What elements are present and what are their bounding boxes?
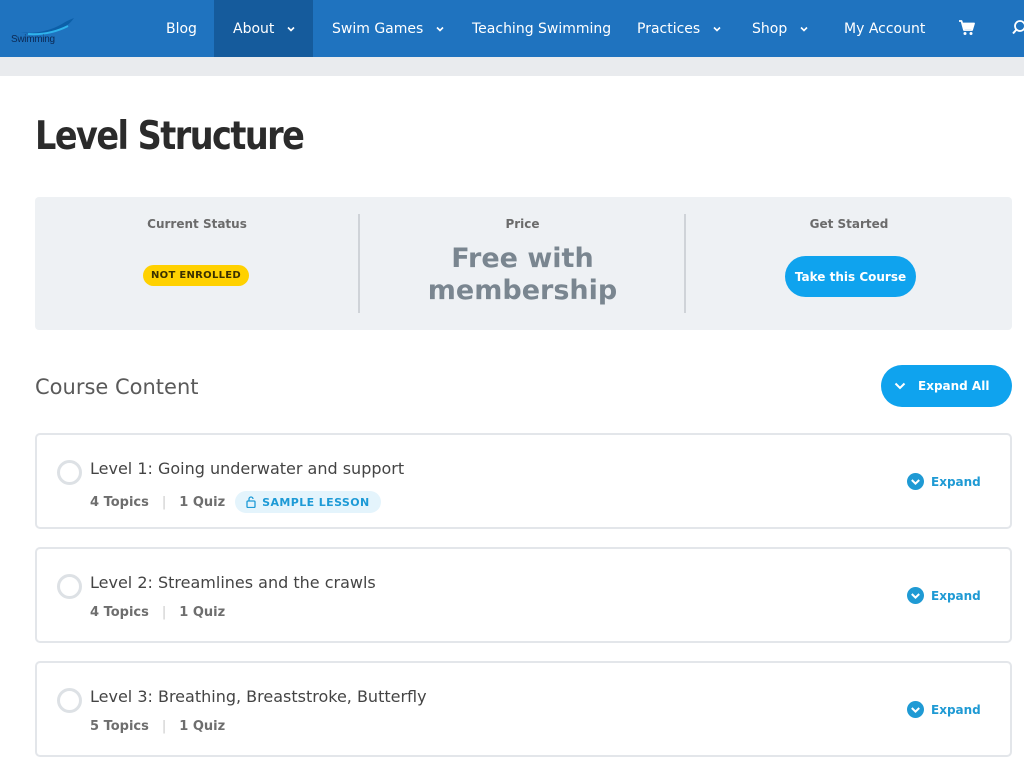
progress-circle-icon — [57, 574, 82, 599]
chevron-down-icon — [800, 26, 808, 32]
nav-swim-games[interactable]: Swim Games — [332, 0, 445, 57]
level-card: Level 1: Going underwater and support 4 … — [35, 433, 1012, 529]
current-status-label: Current Status — [147, 217, 247, 231]
expand-level-button[interactable]: Expand — [907, 587, 981, 604]
site-logo[interactable]: Swimming — [8, 10, 88, 48]
get-started-column: Get Started Take this Course — [686, 197, 1012, 330]
nav-teaching-swimming[interactable]: Teaching Swimming — [472, 0, 611, 57]
unlock-icon — [246, 496, 256, 508]
take-this-course-button[interactable]: Take this Course — [785, 256, 916, 297]
meta-separator: | — [161, 719, 167, 734]
chevron-down-icon — [713, 26, 721, 32]
level-title[interactable]: Level 2: Streamlines and the crawls — [90, 573, 376, 592]
topic-count: 4 Topics — [90, 605, 149, 620]
nav-blog[interactable]: Blog — [152, 0, 211, 57]
status-badge: NOT ENROLLED — [143, 265, 249, 286]
price-value: Free with membership — [360, 243, 685, 307]
chevron-circle-down-icon — [907, 701, 924, 718]
cart-icon[interactable] — [958, 19, 975, 36]
price-line-2: membership — [427, 275, 618, 306]
top-navigation: Swimming Blog About Swim Games Teaching … — [0, 0, 1024, 57]
nav-teaching-swimming-label: Teaching Swimming — [472, 20, 612, 37]
chevron-down-icon — [287, 26, 295, 32]
chevron-circle-down-icon — [907, 587, 924, 604]
nav-my-account[interactable]: My Account — [844, 0, 925, 57]
nav-practices[interactable]: Practices — [637, 0, 722, 57]
chevron-down-icon — [894, 382, 906, 390]
topic-count: 5 Topics — [90, 719, 149, 734]
get-started-label: Get Started — [809, 217, 889, 231]
chevron-down-icon — [436, 26, 444, 32]
course-content-heading: Course Content — [35, 375, 199, 399]
topic-count: 4 Topics — [90, 494, 149, 510]
nav-shop-label: Shop — [752, 20, 788, 37]
sample-lesson-badge: SAMPLE LESSON — [235, 491, 381, 513]
expand-label: Expand — [931, 588, 981, 603]
nav-blog-label: Blog — [166, 20, 197, 37]
meta-separator: | — [161, 494, 167, 510]
search-icon[interactable] — [1012, 19, 1024, 36]
nav-my-account-label: My Account — [844, 20, 926, 37]
progress-circle-icon — [57, 688, 82, 713]
sample-lesson-label: SAMPLE LESSON — [262, 495, 370, 509]
price-label: Price — [505, 217, 540, 231]
expand-level-button[interactable]: Expand — [907, 701, 981, 718]
expand-level-button[interactable]: Expand — [907, 473, 981, 490]
nav-swim-games-label: Swim Games — [332, 20, 424, 37]
nav-about-label: About — [233, 20, 275, 37]
level-title[interactable]: Level 3: Breathing, Breaststroke, Butter… — [90, 687, 427, 706]
quiz-count: 1 Quiz — [179, 719, 226, 734]
nav-about[interactable]: About — [214, 0, 313, 57]
level-meta: 4 Topics | 1 Quiz SAMPLE LESSON — [90, 491, 381, 513]
page-title: Level Structure — [35, 114, 305, 159]
level-meta: 5 Topics | 1 Quiz — [90, 719, 225, 734]
expand-label: Expand — [931, 702, 981, 717]
level-card: Level 2: Streamlines and the crawls 4 To… — [35, 547, 1012, 643]
price-column: Price Free with membership — [360, 197, 685, 330]
wave-icon — [20, 18, 74, 36]
course-status-panel: Current Status NOT ENROLLED Price Free w… — [35, 197, 1012, 330]
meta-separator: | — [161, 605, 167, 620]
price-line-1: Free with — [451, 243, 594, 274]
current-status-column: Current Status NOT ENROLLED — [35, 197, 359, 330]
expand-label: Expand — [931, 474, 981, 489]
progress-circle-icon — [57, 460, 82, 485]
quiz-count: 1 Quiz — [179, 605, 226, 620]
level-title[interactable]: Level 1: Going underwater and support — [90, 459, 404, 478]
expand-all-button[interactable]: Expand All — [881, 365, 1012, 407]
logo-text: Swimming — [11, 34, 55, 45]
nav-shop[interactable]: Shop — [752, 0, 809, 57]
chevron-circle-down-icon — [907, 473, 924, 490]
expand-all-label: Expand All — [918, 379, 990, 393]
quiz-count: 1 Quiz — [179, 494, 226, 510]
level-meta: 4 Topics | 1 Quiz — [90, 605, 225, 620]
nav-practices-label: Practices — [637, 20, 701, 37]
header-divider-band — [0, 57, 1024, 76]
level-card: Level 3: Breathing, Breaststroke, Butter… — [35, 661, 1012, 757]
